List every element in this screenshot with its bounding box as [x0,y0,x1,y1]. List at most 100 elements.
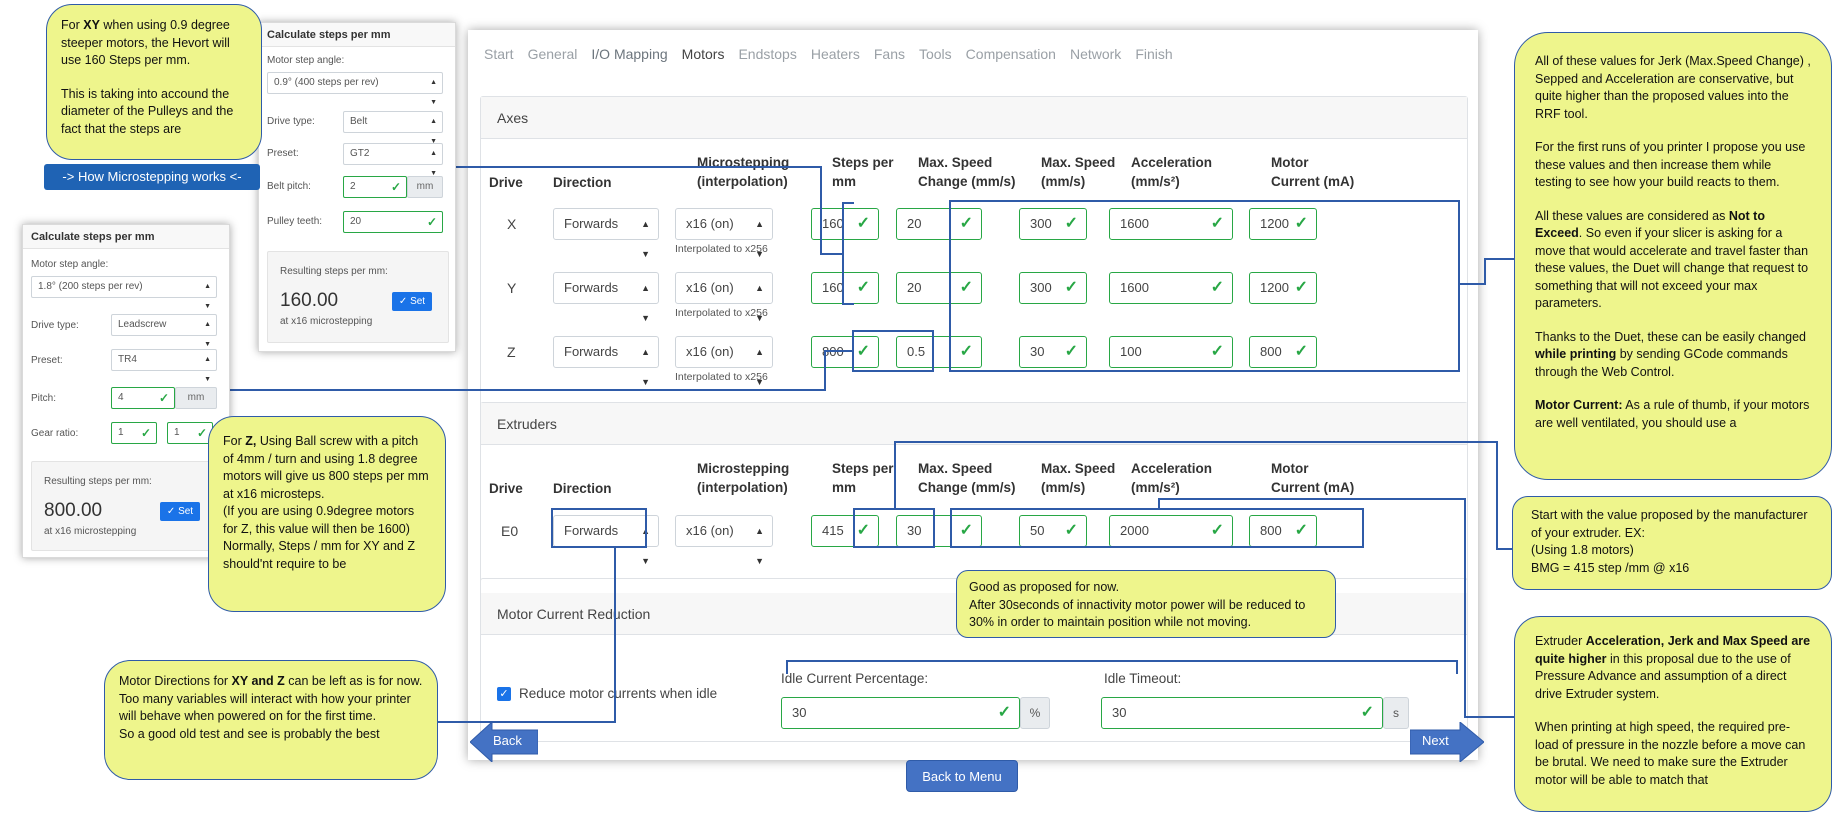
microstepping-select-y[interactable]: x16 (on) ▲ ▼ [675,272,773,323]
connector-line [1464,498,1466,718]
percent-addon: % [1020,697,1050,729]
direction-select-y[interactable]: Forwards ▲ ▼ [553,272,659,323]
tab-network[interactable]: Network [1070,46,1121,62]
callout-extruder-steps: Start with the value proposed by the man… [1512,496,1832,590]
highlight-axes-limits [949,200,1460,372]
microstepping-select-z[interactable]: x16 (on) ▲ ▼ [675,336,773,387]
connector-line [614,548,616,722]
gear-ratio-input-b[interactable]: 1 ✓ [167,422,213,444]
connector-line [1496,548,1512,550]
pitch-input[interactable]: 4 ✓ [111,387,175,409]
gear-ratio-label: Gear ratio: [31,428,79,439]
header-microstepping: Microstepping (interpolation) [697,461,790,495]
header-max-speed: Max. Speed (mm/s) [1041,155,1116,189]
set-button[interactable]: ✓ Set [160,502,200,521]
chevron-updown-icon: ▲ ▼ [755,283,764,323]
pulley-teeth-label: Pulley teeth: [267,216,323,227]
result-label: Resulting steps per mm: [280,266,388,277]
idle-timeout-label: Idle Timeout: [1104,671,1182,686]
seconds-addon: s [1383,697,1409,729]
drive-e0-label: E0 [501,523,519,539]
tab-general[interactable]: General [528,46,578,62]
direction-select-x[interactable]: Forwards ▲ ▼ [553,208,659,259]
next-button[interactable]: Next [1410,722,1484,762]
idle-percent-label: Idle Current Percentage: [781,671,929,686]
highlight-e0-limits [950,508,1364,548]
extruders-card-title: Extruders [481,403,1467,445]
interpolation-note-z: Interpolated to x256 [675,371,768,383]
check-icon: ✓ [140,426,151,440]
connector-line [842,202,854,204]
header-direction: Direction [553,175,612,190]
wizard-tabs: Start General I/O Mapping Motors Endstop… [484,46,1173,62]
step-angle-label: Motor step angle: [267,55,345,66]
calculator-title: Calculate steps per mm [23,225,229,249]
steps-input-y[interactable]: 160 ✓ [811,272,879,304]
tab-compensation[interactable]: Compensation [966,46,1056,62]
header-motor-current: Motor Current (mA) [1271,155,1355,189]
gear-ratio-input-a[interactable]: 1 ✓ [111,422,157,444]
direction-select-z[interactable]: Forwards ▲ ▼ [553,336,659,387]
tab-fans[interactable]: Fans [874,46,905,62]
tab-io-mapping[interactable]: I/O Mapping [591,46,667,62]
tab-finish[interactable]: Finish [1135,46,1172,62]
connector-line [824,350,826,390]
tab-endstops[interactable]: Endstops [738,46,796,62]
connector-line [1484,258,1514,260]
header-max-speed-change: Max. Speed Change (mm/s) [918,155,1016,189]
connector-line [786,660,788,674]
result-sub: at x16 microstepping [280,316,373,327]
tab-motors[interactable]: Motors [682,46,725,62]
step-angle-select[interactable]: 1.8° (200 steps per rev) ▲ ▼ [31,276,217,310]
tab-heaters[interactable]: Heaters [811,46,860,62]
connector-line [230,389,826,391]
connector-line [842,303,854,305]
back-to-menu-button[interactable]: Back to Menu [906,760,1018,792]
chevron-updown-icon: ▲ ▼ [641,283,650,323]
preset-select[interactable]: GT2 ▲ ▼ [343,143,443,177]
result-box: Resulting steps per mm: 800.00 ✓ Set at … [31,461,221,551]
mm-addon: mm [407,176,443,198]
idle-timeout-input[interactable]: 30 ✓ [1101,697,1383,729]
drive-type-select[interactable]: Leadscrew ▲ ▼ [111,314,217,348]
pulley-teeth-input[interactable]: 20 ✓ [343,211,443,233]
extruders-card: Extruders Drive Direction Microstepping(… [480,402,1468,592]
reduce-current-label: Reduce motor currents when idle [519,686,718,701]
drive-type-label: Drive type: [267,116,315,127]
drive-y-label: Y [507,280,517,296]
header-direction: Direction [553,481,612,496]
header-motor-current: Motor Current (mA) [1271,461,1355,495]
set-button[interactable]: ✓ Set [392,292,432,311]
connector-line [1158,498,1466,500]
header-drive: Drive [489,481,523,496]
check-icon: ✓ [856,215,870,232]
callout-z-steps: For Z, Using Ball screw with a pitch of … [208,416,446,612]
step-angle-label: Motor step angle: [31,259,109,270]
how-microstepping-works-link[interactable]: -> How Microstepping works <- [44,164,260,190]
tab-start[interactable]: Start [484,46,514,62]
back-button[interactable]: Back [470,722,538,762]
callout-idle-reduction: Good as proposed for now. After 30second… [956,570,1336,638]
check-icon: ✓ [390,180,401,194]
connector-line [1496,441,1498,549]
result-value: 800.00 [44,500,103,521]
preset-select[interactable]: TR4 ▲ ▼ [111,349,217,383]
tab-tools[interactable]: Tools [919,46,952,62]
connector-line [456,166,820,168]
callout-xy-steps: For XY when using 0.9 degree steeper mot… [46,4,262,160]
microstepping-select-e0[interactable]: x16 (on) ▲ ▼ [675,515,773,566]
belt-pitch-label: Belt pitch: [267,181,311,192]
header-steps: Steps per mm [832,155,894,189]
chevron-updown-icon: ▲ ▼ [755,347,764,387]
interpolation-note-x: Interpolated to x256 [675,243,768,255]
header-drive: Drive [489,175,523,190]
connector-line [1464,716,1516,718]
step-angle-select[interactable]: 0.9° (400 steps per rev) ▲ ▼ [267,72,443,106]
microstepping-select-x[interactable]: x16 (on) ▲ ▼ [675,208,773,259]
header-microstepping: Microstepping (interpolation) [697,155,790,189]
belt-pitch-input[interactable]: 2 ✓ [343,176,407,198]
drive-type-select[interactable]: Belt ▲ ▼ [343,111,443,145]
connector-line [820,166,822,254]
idle-percent-input[interactable]: 30 ✓ [781,697,1020,729]
reduce-current-checkbox[interactable]: ✓ [497,687,511,701]
